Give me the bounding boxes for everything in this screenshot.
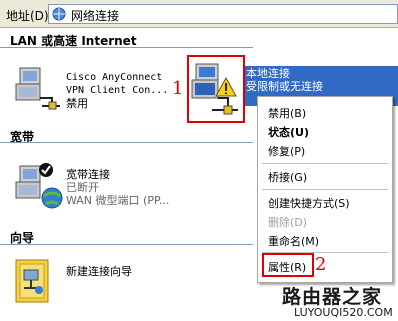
local-connection-icon[interactable] bbox=[190, 58, 242, 120]
menu-separator bbox=[262, 189, 388, 190]
address-bar: 地址(D) 网络连接 bbox=[0, 0, 398, 28]
address-input[interactable]: 网络连接 bbox=[48, 4, 398, 24]
menu-item-delete: 删除(D) bbox=[268, 216, 308, 229]
menu-item-disable[interactable]: 禁用(B) bbox=[268, 105, 306, 121]
annotation-number-1: 1 bbox=[172, 78, 184, 99]
address-value: 网络连接 bbox=[71, 9, 120, 23]
section-divider bbox=[0, 47, 253, 48]
menu-item-create-shortcut[interactable]: 创建快捷方式(S) bbox=[268, 195, 350, 211]
network-connection-icon[interactable] bbox=[12, 64, 64, 112]
menu-item-bridge[interactable]: 桥接(G) bbox=[268, 169, 307, 185]
section-divider bbox=[0, 142, 253, 143]
new-connection-wizard-label[interactable]: 新建连接向导 bbox=[66, 265, 132, 278]
menu-item-repair[interactable]: 修复(P) bbox=[268, 143, 305, 159]
cisco-connection-label[interactable]: Cisco AnyConnect VPN Client Con... 禁用 bbox=[66, 71, 168, 110]
broadband-connection-icon[interactable] bbox=[12, 160, 64, 210]
menu-item-rename[interactable]: 重命名(M) bbox=[268, 233, 319, 249]
annotation-box-2 bbox=[262, 253, 314, 277]
new-connection-wizard-icon[interactable] bbox=[14, 256, 52, 306]
annotation-number-2: 2 bbox=[315, 254, 327, 275]
network-folder-icon bbox=[52, 7, 66, 21]
watermark-logo: 路由器之家 LUYOUQI520.COM bbox=[282, 286, 393, 319]
address-label: 地址(D) bbox=[6, 9, 49, 23]
menu-separator bbox=[262, 163, 388, 164]
local-connection-label[interactable]: 本地连接 受限制或无连接 bbox=[246, 67, 323, 93]
section-divider bbox=[0, 244, 253, 245]
broadband-connection-label[interactable]: 宽带连接 已断开 WAN 微型端口 (PP... bbox=[66, 168, 169, 207]
menu-item-status[interactable]: 状态(U) bbox=[268, 124, 309, 140]
